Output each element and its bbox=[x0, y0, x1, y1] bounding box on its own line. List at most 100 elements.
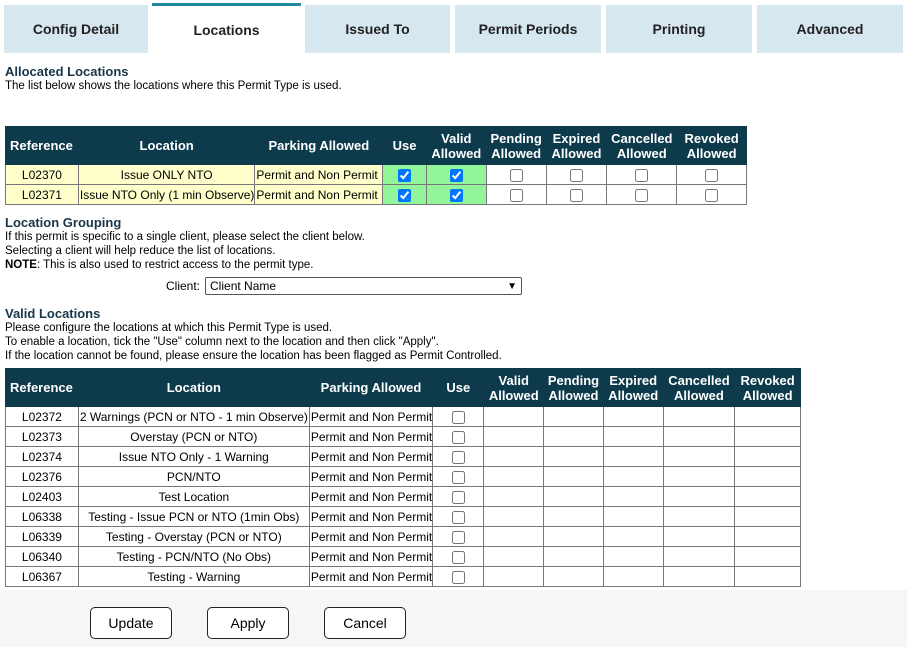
use-checkbox[interactable] bbox=[398, 188, 412, 202]
valid-line3: If the location cannot be found, please … bbox=[5, 350, 502, 362]
table-row: L06338 Testing - Issue PCN or NTO (1min … bbox=[5, 506, 801, 527]
client-label: Client: bbox=[166, 279, 201, 293]
col-parking: Parking Allowed bbox=[254, 126, 384, 165]
row-reference: L06367 bbox=[5, 566, 79, 587]
tab-printing[interactable]: Printing bbox=[606, 5, 752, 53]
row-location: Test Location bbox=[77, 486, 310, 507]
row-location: 2 Warnings (PCN or NTO - 1 min Observe) bbox=[77, 406, 310, 427]
col-use: Use bbox=[382, 126, 427, 165]
table-row: L06339 Testing - Overstay (PCN or NTO) P… bbox=[5, 526, 801, 547]
tab-advanced[interactable]: Advanced bbox=[757, 5, 903, 53]
allocated-table: Reference Location Parking Allowed Use V… bbox=[5, 126, 747, 205]
cancelled-cell bbox=[606, 164, 678, 185]
use-checkbox[interactable] bbox=[451, 490, 465, 504]
tab-permit-periods[interactable]: Permit Periods bbox=[455, 5, 601, 53]
table-row: L02372 2 Warnings (PCN or NTO - 1 min Ob… bbox=[5, 406, 801, 427]
pending-checkbox[interactable] bbox=[509, 188, 523, 202]
apply-button[interactable]: Apply bbox=[207, 607, 289, 639]
update-button[interactable]: Update bbox=[90, 607, 172, 639]
use-checkbox[interactable] bbox=[398, 168, 412, 182]
col-reference: Reference bbox=[5, 368, 79, 407]
col-cancelled: Cancelled Allowed bbox=[606, 126, 678, 165]
valid-title: Valid Locations bbox=[5, 306, 101, 321]
row-reference: L02372 bbox=[5, 406, 79, 427]
use-checkbox[interactable] bbox=[451, 550, 465, 564]
use-cell bbox=[432, 406, 485, 427]
cancelled-checkbox[interactable] bbox=[635, 168, 649, 182]
cancel-button[interactable]: Cancel bbox=[324, 607, 406, 639]
tab-config-detail[interactable]: Config Detail bbox=[4, 5, 148, 53]
valid-line1: Please configure the locations at which … bbox=[5, 322, 333, 334]
use-checkbox[interactable] bbox=[451, 510, 465, 524]
table-row: L02371 Issue NTO Only (1 min Observe) Pe… bbox=[5, 184, 747, 205]
allocated-description: The list below shows the locations where… bbox=[5, 80, 342, 92]
row-location: Issue NTO Only (1 min Observe) bbox=[77, 184, 256, 205]
row-reference: L02374 bbox=[5, 446, 79, 467]
valid-cell bbox=[425, 164, 487, 185]
valid-checkbox[interactable] bbox=[449, 168, 463, 182]
use-cell bbox=[382, 164, 427, 185]
use-cell bbox=[432, 486, 485, 507]
col-valid: Valid Allowed bbox=[483, 368, 545, 407]
use-checkbox[interactable] bbox=[451, 530, 465, 544]
tab-locations[interactable]: Locations bbox=[152, 3, 301, 54]
grouping-note: NOTE: This is also used to restrict acce… bbox=[5, 258, 314, 272]
row-location: Testing - Warning bbox=[77, 566, 310, 587]
row-location: Overstay (PCN or NTO) bbox=[77, 426, 310, 447]
use-cell bbox=[382, 184, 427, 205]
row-reference: L06340 bbox=[5, 546, 79, 567]
revoked-cell bbox=[676, 184, 747, 205]
row-location: Issue ONLY NTO bbox=[77, 164, 256, 185]
row-reference: L02370 bbox=[5, 164, 79, 185]
col-revoked: Revoked Allowed bbox=[676, 126, 747, 165]
col-parking: Parking Allowed bbox=[308, 368, 434, 407]
row-parking: Permit and Non Permit bbox=[308, 426, 434, 447]
col-valid: Valid Allowed bbox=[425, 126, 487, 165]
row-reference: L02376 bbox=[5, 466, 79, 487]
chevron-down-icon: ▼ bbox=[507, 280, 518, 292]
valid-checkbox[interactable] bbox=[449, 188, 463, 202]
expired-checkbox[interactable] bbox=[569, 188, 583, 202]
client-select[interactable]: Client Name ▼ bbox=[205, 277, 523, 295]
tab-issued-to[interactable]: Issued To bbox=[305, 5, 450, 53]
pending-cell bbox=[485, 184, 547, 205]
col-use: Use bbox=[432, 368, 485, 407]
col-location: Location bbox=[77, 126, 256, 165]
row-location: Issue NTO Only - 1 Warning bbox=[77, 446, 310, 467]
note-text: : This is also used to restrict access t… bbox=[36, 259, 314, 271]
expired-cell bbox=[545, 184, 608, 205]
revoked-cell bbox=[676, 164, 747, 185]
cancelled-cell bbox=[606, 184, 678, 205]
use-cell bbox=[432, 526, 485, 547]
col-reference: Reference bbox=[5, 126, 79, 165]
use-checkbox[interactable] bbox=[451, 570, 465, 584]
use-cell bbox=[432, 446, 485, 467]
use-checkbox[interactable] bbox=[451, 410, 465, 424]
table-row: L06367 Testing - Warning Permit and Non … bbox=[5, 566, 801, 587]
use-cell bbox=[432, 566, 485, 587]
row-parking: Permit and Non Permit bbox=[308, 526, 434, 547]
pending-cell bbox=[485, 164, 547, 185]
row-parking: Permit and Non Permit bbox=[308, 466, 434, 487]
grouping-line1: If this permit is specific to a single c… bbox=[5, 231, 365, 243]
table-row: L06340 Testing - PCN/NTO (No Obs) Permit… bbox=[5, 546, 801, 567]
revoked-checkbox[interactable] bbox=[705, 188, 719, 202]
use-checkbox[interactable] bbox=[451, 430, 465, 444]
row-parking: Permit and Non Permit bbox=[308, 546, 434, 567]
expired-checkbox[interactable] bbox=[569, 168, 583, 182]
use-checkbox[interactable] bbox=[451, 450, 465, 464]
table-row: L02370 Issue ONLY NTO Permit and Non Per… bbox=[5, 164, 747, 185]
grouping-line2: Selecting a client will help reduce the … bbox=[5, 245, 276, 257]
table-row: L02403 Test Location Permit and Non Perm… bbox=[5, 486, 801, 507]
row-reference: L06338 bbox=[5, 506, 79, 527]
client-row: Client: Client Name ▼ bbox=[166, 277, 523, 295]
use-checkbox[interactable] bbox=[451, 470, 465, 484]
revoked-checkbox[interactable] bbox=[705, 168, 719, 182]
row-parking: Permit and Non Permit bbox=[308, 446, 434, 467]
valid-table: Reference Location Parking Allowed Use V… bbox=[5, 368, 801, 587]
table-row: L02376 PCN/NTO Permit and Non Permit bbox=[5, 466, 801, 487]
pending-checkbox[interactable] bbox=[509, 168, 523, 182]
col-expired: Expired Allowed bbox=[602, 368, 664, 407]
row-reference: L02373 bbox=[5, 426, 79, 447]
cancelled-checkbox[interactable] bbox=[635, 188, 649, 202]
